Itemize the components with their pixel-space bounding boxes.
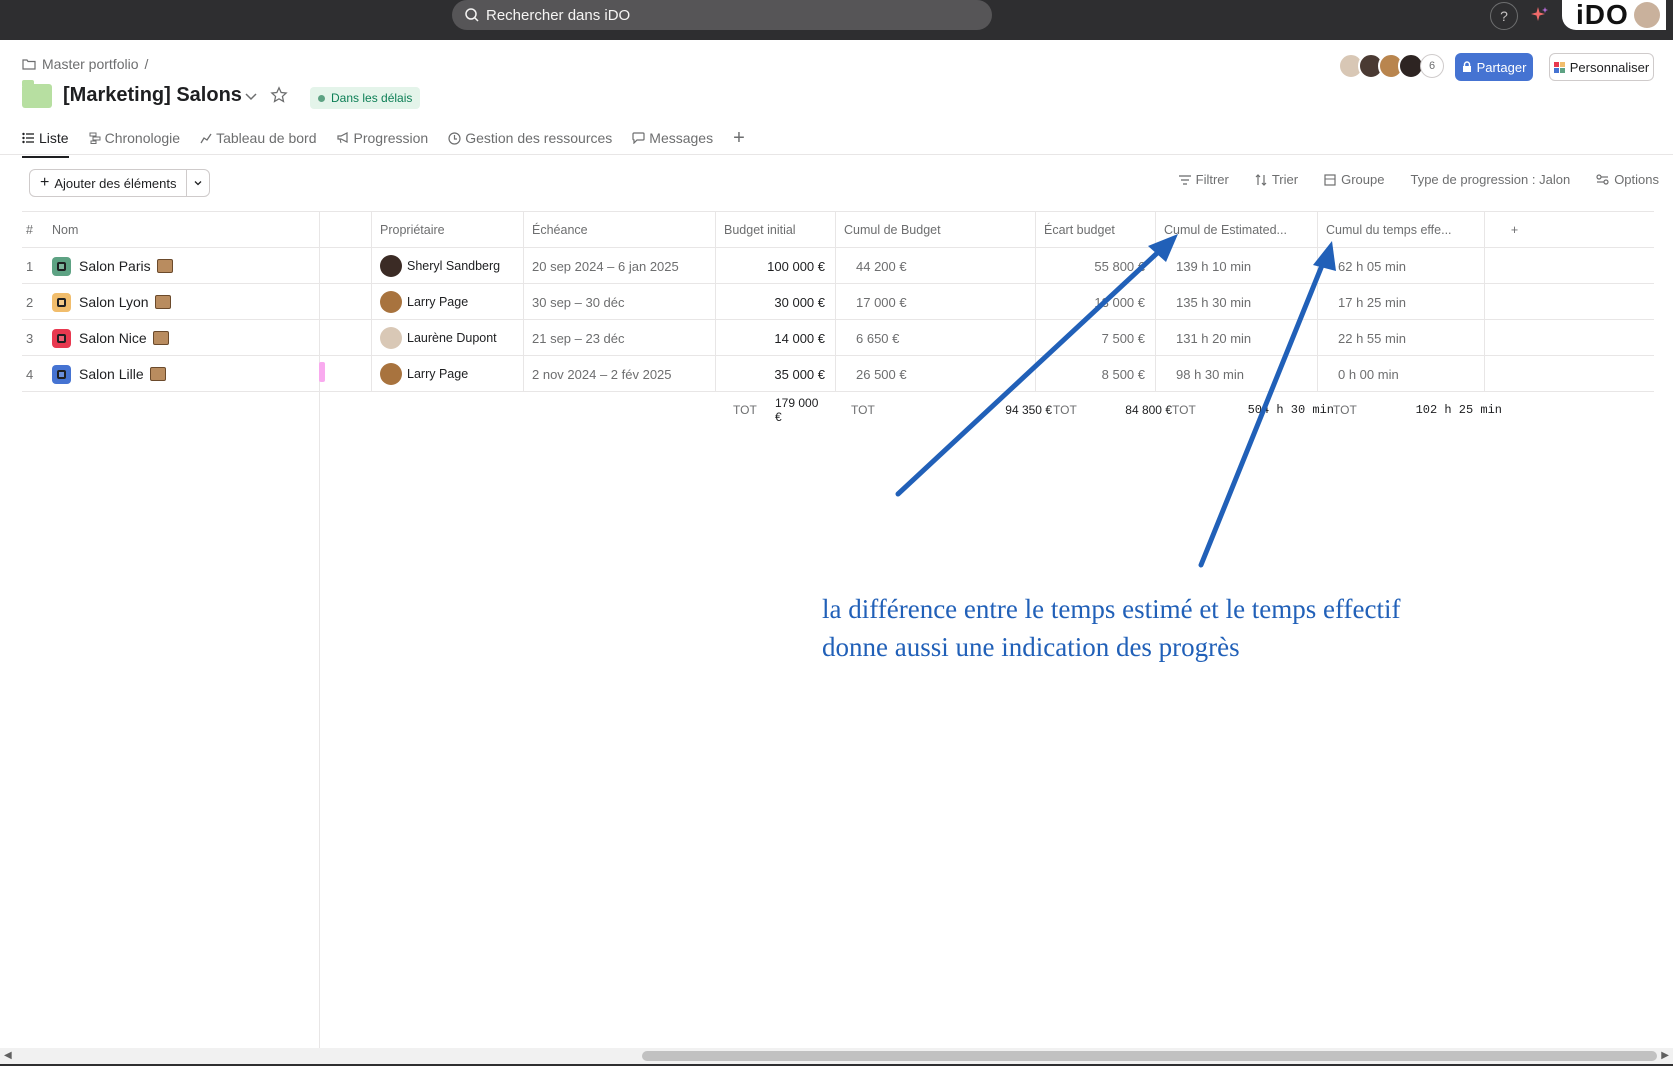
arrow-to-estimated	[895, 240, 1171, 497]
horizontal-scrollbar[interactable]: ◀ ▶	[0, 1048, 1673, 1064]
arrow-head-effective	[1313, 241, 1336, 271]
scroll-right-icon[interactable]: ▶	[1661, 1050, 1669, 1061]
annotation-text: la différence entre le temps estimé et l…	[822, 590, 1400, 666]
scrollbar-thumb[interactable]	[642, 1051, 1657, 1061]
arrow-to-effective	[1198, 250, 1330, 568]
annotation-line-1: la différence entre le temps estimé et l…	[822, 594, 1401, 624]
annotation-arrows	[895, 234, 1336, 568]
annotation-line-2: donne aussi une indication des progrès	[822, 632, 1240, 662]
scroll-left-icon[interactable]: ◀	[4, 1050, 12, 1061]
